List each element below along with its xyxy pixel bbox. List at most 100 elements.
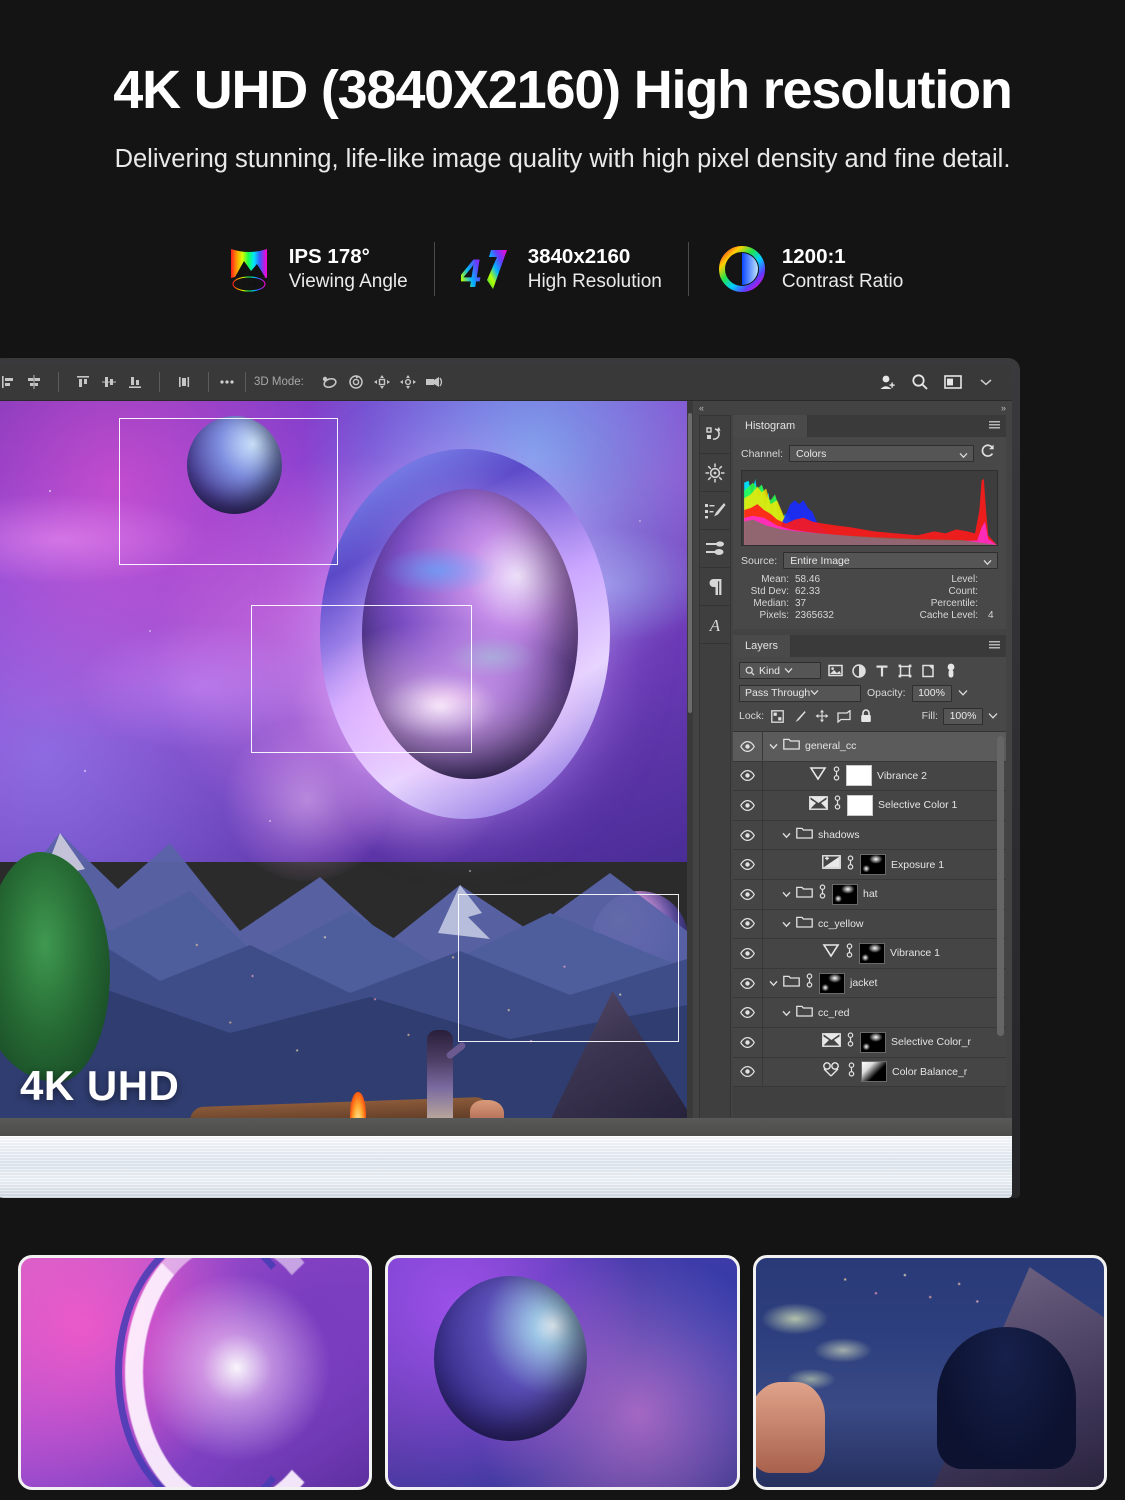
chevron-down-icon[interactable] xyxy=(782,915,791,933)
layer-visibility-eye-icon[interactable] xyxy=(733,820,763,850)
channel-select[interactable]: Colors xyxy=(789,445,974,462)
layer-mask-thumbnail[interactable] xyxy=(832,883,858,905)
selection-rect[interactable] xyxy=(251,605,472,753)
align-horizontal-centers-icon[interactable] xyxy=(22,370,46,394)
pan-3d-icon[interactable] xyxy=(370,370,394,394)
layer-mask-thumbnail[interactable] xyxy=(846,765,872,787)
layer-mask-thumbnail[interactable] xyxy=(819,972,845,994)
layer-visibility-eye-icon[interactable] xyxy=(733,1027,763,1057)
layer-mask-link-icon[interactable] xyxy=(846,1032,855,1052)
fill-chevron-down-icon[interactable] xyxy=(988,707,1000,725)
chevron-down-icon[interactable] xyxy=(782,826,791,844)
lock-image-pixels-icon[interactable] xyxy=(791,708,808,725)
lock-position-icon[interactable] xyxy=(813,708,830,725)
layer-mask-link-icon[interactable] xyxy=(845,943,854,963)
filter-smart-object-icon[interactable] xyxy=(919,662,936,679)
layers-scrollbar[interactable] xyxy=(997,736,1004,1036)
table-row[interactable]: Color Balance_r xyxy=(733,1057,1006,1088)
panel-menu-icon[interactable] xyxy=(989,641,1000,650)
filter-adjustment-icon[interactable] xyxy=(850,662,867,679)
chevron-down-icon[interactable] xyxy=(974,370,998,394)
table-row[interactable]: Vibrance 2 xyxy=(733,761,1006,792)
layer-kind-select[interactable]: Kind xyxy=(739,662,821,679)
layer-mask-link-icon[interactable] xyxy=(832,766,841,786)
orbit-3d-icon[interactable] xyxy=(318,370,342,394)
table-row[interactable]: shadows xyxy=(733,820,1006,851)
source-select[interactable]: Entire Image xyxy=(783,552,998,569)
align-top-edges-icon[interactable] xyxy=(71,370,95,394)
opacity-value[interactable]: 100% xyxy=(911,684,952,702)
layer-mask-thumbnail[interactable] xyxy=(861,1061,887,1083)
layer-visibility-eye-icon[interactable] xyxy=(733,939,763,968)
layer-visibility-eye-icon[interactable] xyxy=(733,761,763,791)
layer-visibility-eye-icon[interactable] xyxy=(733,850,763,879)
layer-visibility-eye-icon[interactable] xyxy=(733,909,763,939)
layer-list[interactable]: general_cc Vibrance 2 Selective Color 1 sha… xyxy=(733,731,1006,1132)
crescent-planet-thumbnail[interactable] xyxy=(18,1255,373,1490)
chevron-down-icon[interactable] xyxy=(782,1004,791,1022)
layer-mask-thumbnail[interactable] xyxy=(847,794,873,816)
tool-presets-icon[interactable] xyxy=(700,530,730,568)
layer-mask-thumbnail[interactable] xyxy=(860,1031,886,1053)
align-vertical-centers-icon[interactable] xyxy=(97,370,121,394)
layer-visibility-eye-icon[interactable] xyxy=(733,968,763,998)
more-options-button[interactable] xyxy=(215,370,239,394)
align-left-edges-icon[interactable] xyxy=(0,370,20,394)
planet-closeup-thumbnail[interactable] xyxy=(385,1255,740,1490)
table-row[interactable]: Exposure 1 xyxy=(733,850,1006,880)
character-icon[interactable]: A xyxy=(700,606,730,644)
slide-3d-icon[interactable] xyxy=(396,370,420,394)
dock-collapse-bar[interactable]: « » xyxy=(693,401,1012,415)
tab-histogram[interactable]: Histogram xyxy=(733,415,809,437)
layer-mask-link-icon[interactable] xyxy=(847,1062,856,1082)
table-row[interactable]: cc_yellow xyxy=(733,909,1006,940)
table-row[interactable]: jacket xyxy=(733,968,1006,999)
opacity-chevron-down-icon[interactable] xyxy=(958,684,970,702)
photoshop-canvas[interactable]: 4K UHD xyxy=(0,401,693,1132)
collapse-left-icon[interactable]: « xyxy=(699,403,704,413)
chevron-down-icon[interactable] xyxy=(769,737,778,755)
camera-3d-icon[interactable] xyxy=(422,370,446,394)
tent-campsite-thumbnail[interactable] xyxy=(752,1255,1107,1490)
layer-mask-link-icon[interactable] xyxy=(818,884,827,904)
paragraph-icon[interactable] xyxy=(700,568,730,606)
filter-shape-icon[interactable] xyxy=(896,662,913,679)
table-row[interactable]: hat xyxy=(733,879,1006,910)
chevron-down-icon[interactable] xyxy=(769,974,778,992)
history-icon[interactable] xyxy=(700,416,730,454)
chevron-down-icon[interactable] xyxy=(782,885,791,903)
table-row[interactable]: Selective Color_r xyxy=(733,1027,1006,1058)
layer-mask-link-icon[interactable] xyxy=(805,973,814,993)
selection-rect[interactable] xyxy=(119,418,338,565)
lock-all-icon[interactable] xyxy=(857,708,874,725)
blend-mode-select[interactable]: Pass Through xyxy=(739,684,861,702)
table-row[interactable]: Selective Color 1 xyxy=(733,791,1006,821)
brush-presets-icon[interactable] xyxy=(700,492,730,530)
refresh-icon[interactable] xyxy=(980,443,998,464)
lock-transparent-pixels-icon[interactable] xyxy=(769,708,786,725)
collapse-right-icon[interactable]: » xyxy=(1001,403,1006,413)
fill-value[interactable]: 100% xyxy=(943,707,983,725)
filter-type-icon[interactable] xyxy=(873,662,890,679)
table-row[interactable]: cc_red xyxy=(733,998,1006,1028)
filter-toggle-icon[interactable] xyxy=(942,662,959,679)
filter-pixel-icon[interactable] xyxy=(827,662,844,679)
layer-visibility-eye-icon[interactable] xyxy=(733,998,763,1027)
layer-mask-link-icon[interactable] xyxy=(846,855,855,875)
workspace-icon[interactable] xyxy=(941,370,965,394)
selection-rect[interactable] xyxy=(458,894,679,1042)
tab-layers[interactable]: Layers xyxy=(733,635,792,657)
adjustments-icon[interactable] xyxy=(700,454,730,492)
layer-visibility-eye-icon[interactable] xyxy=(733,1057,763,1087)
layer-visibility-eye-icon[interactable] xyxy=(733,732,763,761)
layer-mask-link-icon[interactable] xyxy=(833,795,842,815)
roll-3d-icon[interactable] xyxy=(344,370,368,394)
table-row[interactable]: Vibrance 1 xyxy=(733,939,1006,969)
align-bottom-edges-icon[interactable] xyxy=(123,370,147,394)
lock-artboard-nesting-icon[interactable] xyxy=(835,708,852,725)
distribute-icon[interactable] xyxy=(172,370,196,394)
panel-menu-icon[interactable] xyxy=(989,421,1000,430)
share-user-icon[interactable] xyxy=(875,370,899,394)
layer-visibility-eye-icon[interactable] xyxy=(733,879,763,909)
search-icon[interactable] xyxy=(908,370,932,394)
